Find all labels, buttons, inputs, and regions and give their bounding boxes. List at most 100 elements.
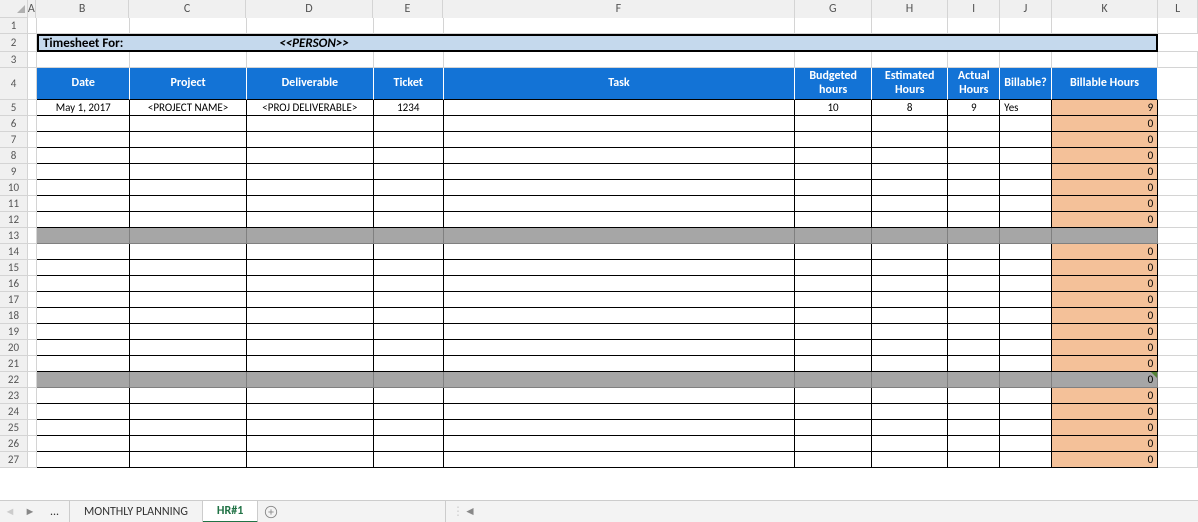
cell[interactable]: 0 [1052,244,1158,260]
cell[interactable]: <PROJECT NAME> [130,100,246,116]
cell[interactable] [872,436,949,452]
row-header[interactable]: 13 [0,228,28,244]
cell[interactable] [247,18,374,34]
tab-divider[interactable] [445,501,446,522]
cell[interactable] [1000,148,1052,164]
table-row[interactable]: 0 [28,340,1198,356]
cell[interactable] [948,164,1000,180]
cell[interactable] [28,404,37,420]
cell[interactable] [1158,324,1198,340]
th-project[interactable]: Project [130,68,246,100]
cell[interactable] [795,260,872,276]
col-header-I[interactable]: I [948,0,1000,18]
table-row[interactable]: May 1, 2017<PROJECT NAME><PROJ DELIVERAB… [28,100,1198,116]
cell[interactable] [872,18,949,34]
col-header-A[interactable]: A [28,0,36,18]
cell[interactable] [795,420,872,436]
cell[interactable] [130,116,246,132]
cell[interactable] [795,132,872,148]
cell[interactable] [37,452,130,468]
cell[interactable] [444,100,796,116]
cell[interactable] [37,116,130,132]
cell[interactable] [444,196,796,212]
cell[interactable] [28,452,37,468]
cell[interactable]: 0 [1052,180,1158,196]
cell[interactable] [1158,68,1198,100]
grid-row[interactable] [28,18,1198,34]
cell[interactable] [444,18,796,34]
cell[interactable] [130,292,246,308]
cell[interactable] [37,308,130,324]
cell[interactable] [795,324,872,340]
row-header[interactable]: 5 [0,100,28,116]
cell[interactable] [1158,292,1198,308]
cell[interactable]: 0 [1052,116,1158,132]
cell[interactable]: <PROJ DELIVERABLE> [247,100,374,116]
cell[interactable] [28,276,37,292]
cell[interactable] [28,340,37,356]
cell[interactable] [130,308,246,324]
cell[interactable] [795,388,872,404]
cell[interactable] [1158,404,1198,420]
table-row[interactable]: 0 [28,244,1198,260]
cell[interactable] [444,388,796,404]
col-header-C[interactable]: C [129,0,245,18]
cell[interactable]: 0 [1052,452,1158,468]
cell[interactable] [247,52,374,68]
cell[interactable] [1158,452,1198,468]
cell[interactable] [374,340,444,356]
cell[interactable] [28,68,37,100]
cell[interactable]: 0 [1052,132,1158,148]
cell[interactable]: 0 [1052,260,1158,276]
cell[interactable] [28,100,37,116]
table-row[interactable]: 0 [28,260,1198,276]
cell[interactable]: Yes [1000,100,1052,116]
cell[interactable] [1158,260,1198,276]
cell[interactable] [1000,52,1052,68]
cell[interactable] [948,228,1000,244]
cell[interactable] [374,18,444,34]
table-row[interactable]: 0 [28,196,1198,212]
cell[interactable] [444,244,796,260]
cell[interactable] [374,132,444,148]
cell[interactable]: 0 [1052,308,1158,324]
cell[interactable] [130,164,246,180]
cell[interactable] [795,180,872,196]
cell[interactable] [28,228,37,244]
cell[interactable] [444,260,796,276]
cell[interactable] [444,180,796,196]
cell[interactable] [247,180,374,196]
cell[interactable] [444,372,796,388]
cell[interactable] [795,52,872,68]
row-header[interactable]: 12 [0,212,28,228]
cell[interactable] [948,244,1000,260]
cell[interactable] [247,116,374,132]
cell[interactable] [37,244,130,260]
cell[interactable] [872,276,949,292]
table-row[interactable]: 0 [28,404,1198,420]
cell[interactable] [37,276,130,292]
cell[interactable] [130,244,246,260]
cell[interactable] [247,132,374,148]
th-task[interactable]: Task [444,68,796,100]
cell[interactable] [247,164,374,180]
new-sheet-button[interactable] [258,501,284,522]
cell[interactable] [948,260,1000,276]
row-header[interactable]: 19 [0,324,28,340]
cell[interactable]: 8 [872,100,949,116]
col-header-F[interactable]: F [443,0,795,18]
cell[interactable] [948,116,1000,132]
cell[interactable] [28,164,37,180]
table-row[interactable]: 0 [28,164,1198,180]
cell[interactable] [130,340,246,356]
cell[interactable] [948,308,1000,324]
cell[interactable] [247,292,374,308]
row-header[interactable]: 20 [0,340,28,356]
cell[interactable] [28,308,37,324]
cell[interactable] [37,212,130,228]
cell[interactable] [28,372,37,388]
cell[interactable] [795,356,872,372]
cell[interactable] [28,52,37,68]
cell[interactable] [130,452,246,468]
table-row[interactable]: 0 [28,324,1198,340]
